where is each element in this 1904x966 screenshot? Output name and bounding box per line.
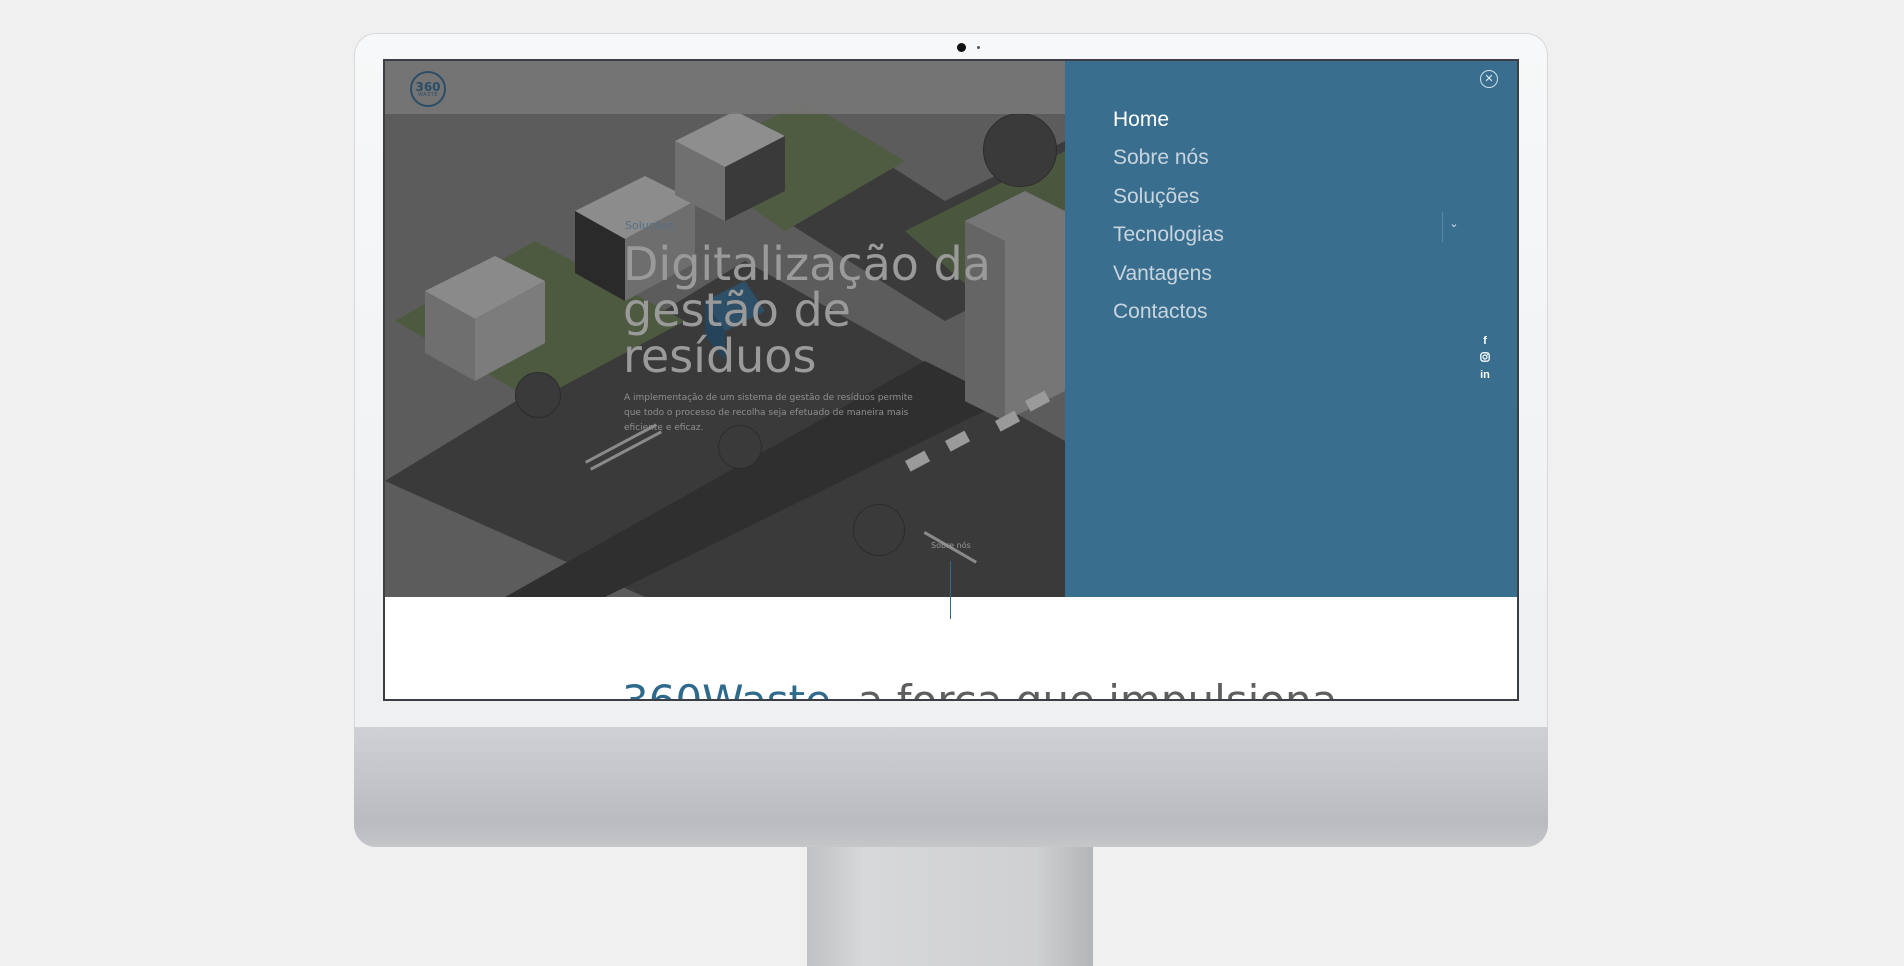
facebook-icon[interactable]: f (1478, 335, 1492, 347)
hero-tag: Soluções (625, 219, 675, 232)
section-title-rest: , a força que impulsiona (831, 676, 1337, 699)
linkedin-icon[interactable]: in (1478, 369, 1492, 381)
about-link[interactable]: Sobre nós (931, 541, 971, 550)
illustration-bubble (515, 372, 561, 418)
menu-item-sobre-nos[interactable]: Sobre nós (1113, 139, 1224, 177)
site-header (385, 61, 1065, 114)
imac-stand (807, 847, 1093, 966)
hero-title: Digitalização da gestão de resíduos (623, 237, 991, 383)
hero-section: 360 WASTE Soluções Digitalização da gest… (385, 61, 1065, 597)
scroll-indicator (950, 561, 951, 619)
chevron-down-icon[interactable]: ⌄ (1442, 212, 1465, 242)
menu-item-solucoes[interactable]: Soluções (1113, 178, 1224, 216)
menu-item-contactos[interactable]: Contactos (1113, 293, 1224, 331)
imac-chin (354, 727, 1548, 847)
menu-panel: ✕ Home Sobre nós Soluções Tecnologias Va… (1065, 61, 1517, 597)
camera-icon (957, 43, 966, 52)
site-logo[interactable]: 360 WASTE (410, 71, 446, 107)
menu-item-tecnologias[interactable]: Tecnologias (1113, 216, 1224, 254)
section-title-brand: 360Waste (622, 676, 831, 699)
hero-description: A implementação de um sistema de gestão … (624, 393, 913, 433)
sensor-dot (977, 46, 980, 49)
menu-list: Home Sobre nós Soluções Tecnologias Vant… (1113, 101, 1224, 331)
menu-item-vantagens[interactable]: Vantagens (1113, 255, 1224, 293)
section-title: 360Waste, a força que impulsiona (622, 676, 1337, 699)
close-icon[interactable]: ✕ (1480, 70, 1498, 88)
instagram-icon[interactable] (1478, 352, 1492, 362)
menu-item-home[interactable]: Home (1113, 101, 1224, 139)
illustration-bubble (853, 504, 905, 556)
website-screen: 360 WASTE Soluções Digitalização da gest… (385, 61, 1517, 699)
illustration-bubble (983, 113, 1057, 187)
